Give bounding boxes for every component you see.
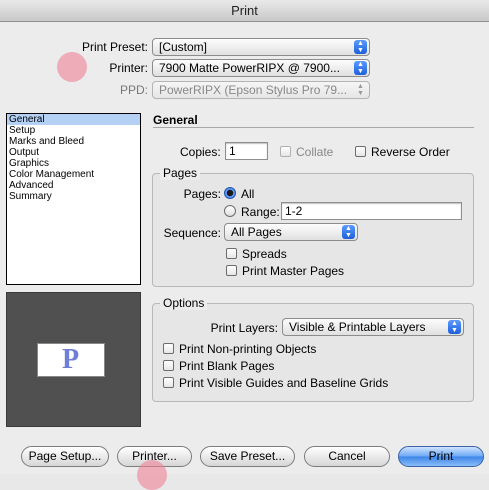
window-title: Print [231, 3, 258, 18]
category-item-summary[interactable]: Summary [7, 191, 140, 202]
page-preview: P [6, 292, 141, 427]
preview-page: P [37, 343, 105, 377]
options-group-title: Options [160, 296, 208, 310]
pages-range-label: Range: [241, 205, 280, 219]
print-guides-label: Print Visible Guides and Baseline Grids [179, 376, 389, 390]
pages-label: Pages: [183, 187, 221, 201]
popup-arrows-icon: ▲ ▼ [342, 225, 355, 239]
print-nonprinting-label: Print Non-printing Objects [179, 342, 317, 356]
category-item-marks-and-bleed[interactable]: Marks and Bleed [7, 136, 140, 147]
print-master-pages-label: Print Master Pages [242, 264, 345, 278]
sequence-popup[interactable]: All Pages ▲ ▼ [224, 223, 358, 241]
copies-label: Copies: [180, 145, 221, 159]
popup-arrows-icon: ▲ ▼ [357, 83, 364, 97]
collate-checkbox[interactable] [280, 146, 291, 157]
print-layers-label: Print Layers: [210, 321, 278, 335]
category-item-output[interactable]: Output [7, 147, 140, 158]
copies-field[interactable]: 1 [225, 142, 268, 160]
collate-label: Collate [296, 145, 334, 159]
printer-label: Printer: [109, 61, 148, 75]
preview-letter: P [61, 344, 81, 375]
ppd-value: PowerRIPX (Epson Stylus Pro 79... [159, 83, 348, 97]
print-button[interactable]: Print [398, 446, 484, 467]
page-setup-button[interactable]: Page Setup... [21, 446, 109, 467]
pages-all-label: All [241, 187, 255, 201]
popup-arrows-icon: ▲ ▼ [354, 61, 367, 75]
print-blank-pages-checkbox[interactable] [163, 360, 174, 371]
category-item-advanced[interactable]: Advanced [7, 180, 140, 191]
print-blank-pages-label: Print Blank Pages [179, 359, 275, 373]
print-layers-popup[interactable]: Visible & Printable Layers ▲ ▼ [282, 318, 464, 336]
pages-range-radio[interactable] [224, 205, 236, 217]
spreads-label: Spreads [242, 247, 287, 261]
pages-group-title: Pages [160, 166, 201, 180]
category-list[interactable]: General Setup Marks and Bleed Output Gra… [6, 113, 141, 285]
ppd-label: PPD: [119, 83, 148, 97]
general-heading: General [153, 113, 198, 127]
print-layers-value: Visible & Printable Layers [289, 320, 426, 334]
reverse-order-checkbox[interactable] [355, 146, 366, 157]
category-item-color-management[interactable]: Color Management [7, 169, 140, 180]
save-preset-button[interactable]: Save Preset... [200, 446, 295, 467]
print-preset-value: [Custom] [159, 40, 208, 54]
printer-popup[interactable]: 7900 Matte PowerRIPX @ 7900... ▲ ▼ [152, 59, 370, 77]
category-item-graphics[interactable]: Graphics [7, 158, 140, 169]
cancel-button[interactable]: Cancel [304, 446, 390, 467]
popup-arrows-icon: ▲ ▼ [354, 40, 367, 54]
pointer-marker-bottom [137, 460, 167, 490]
popup-arrows-icon: ▲ ▼ [448, 320, 461, 334]
print-nonprinting-checkbox[interactable] [163, 343, 174, 354]
general-divider [153, 127, 474, 128]
sequence-label: Sequence: [163, 226, 221, 240]
print-preset-popup[interactable]: [Custom] ▲ ▼ [152, 38, 370, 56]
category-item-general[interactable]: General [7, 114, 140, 125]
print-guides-checkbox[interactable] [163, 377, 174, 388]
category-item-setup[interactable]: Setup [7, 125, 140, 136]
ppd-popup: PowerRIPX (Epson Stylus Pro 79... ▲ ▼ [152, 81, 370, 99]
window-titlebar: Print [0, 0, 489, 22]
spreads-checkbox[interactable] [226, 248, 237, 259]
pages-all-radio[interactable] [224, 187, 236, 199]
sequence-value: All Pages [231, 225, 282, 239]
printer-value: 7900 Matte PowerRIPX @ 7900... [159, 61, 340, 75]
reverse-order-label: Reverse Order [371, 145, 450, 159]
print-master-pages-checkbox[interactable] [226, 265, 237, 276]
range-field[interactable]: 1-2 [281, 202, 462, 220]
